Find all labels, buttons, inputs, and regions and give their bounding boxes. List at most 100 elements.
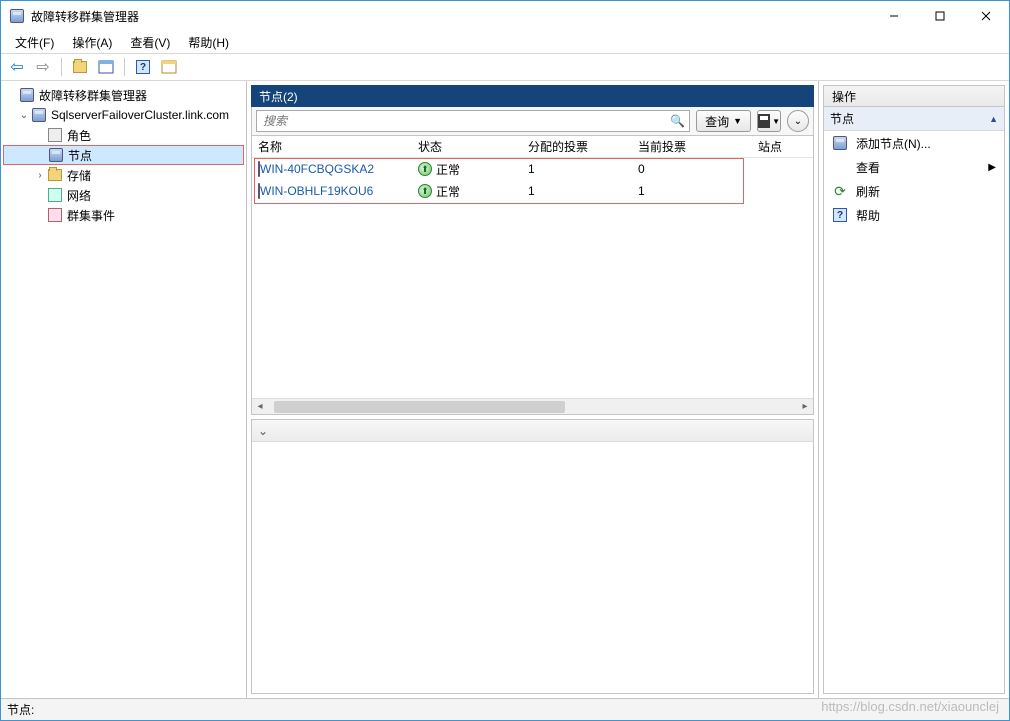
nodes-grid: 名称 状态 分配的投票 当前投票 站点 WIN-40FCBQGSKA2⬆正常10… <box>251 135 814 415</box>
add-node-icon <box>832 135 848 151</box>
grid-header: 名称 状态 分配的投票 当前投票 站点 <box>252 136 813 158</box>
chevron-down-icon: ⌄ <box>258 424 268 438</box>
arrow-left-icon: ⇦ <box>10 57 23 77</box>
menubar: 文件(F) 操作(A) 查看(V) 帮助(H) <box>1 31 1009 53</box>
action-add-node[interactable]: 添加节点(N)... <box>824 131 1004 155</box>
close-button[interactable] <box>963 1 1009 31</box>
detail-collapse[interactable]: ⌄ <box>252 420 813 442</box>
table-row[interactable]: WIN-OBHLF19KOU6 ⬆ 正常 11 <box>252 180 813 202</box>
tree-roles[interactable]: 角色 <box>3 125 244 145</box>
menu-action[interactable]: 操作(A) <box>64 32 120 53</box>
scroll-right-icon[interactable]: ▸ <box>797 401 813 412</box>
action-refresh-label: 刷新 <box>856 183 880 200</box>
actions-header: 操作 <box>823 85 1005 107</box>
actions-section[interactable]: 节点 ▲ <box>824 107 1004 131</box>
assigned-votes: 1 <box>522 162 632 176</box>
save-button[interactable]: ▼ <box>757 110 781 132</box>
table-row[interactable]: WIN-40FCBQGSKA2⬆正常10 <box>252 158 813 180</box>
tree-events-label: 群集事件 <box>67 207 115 224</box>
search-row: 🔍 查询 ▼ ▼ ⌄ <box>251 107 814 135</box>
cluster-icon <box>31 107 47 123</box>
network-icon <box>47 187 63 203</box>
status-text: 正常 <box>436 183 460 200</box>
col-status[interactable]: 状态 <box>412 138 522 155</box>
submenu-arrow-icon: ▶ <box>988 162 996 173</box>
toolbar-btn-3[interactable] <box>157 56 181 78</box>
search-input[interactable] <box>261 113 670 129</box>
actions-pane: 操作 节点 ▲ 添加节点(N)... 查看 ▶ ⟳ 刷新 ? 帮助 <box>819 81 1009 698</box>
assigned-votes: 1 <box>522 184 632 198</box>
toolbar-btn-2[interactable] <box>94 56 118 78</box>
tree-storage-label: 存储 <box>67 167 91 184</box>
col-name[interactable]: 名称 <box>252 138 412 155</box>
statusbar-label: 节点: <box>7 701 34 718</box>
query-button[interactable]: 查询 ▼ <box>696 110 751 132</box>
grid-body: WIN-40FCBQGSKA2⬆正常10WIN-OBHLF19KOU6⬆正常11 <box>252 158 813 202</box>
actions-section-label: 节点 <box>830 110 854 127</box>
nav-forward-button[interactable]: ⇨ <box>31 56 55 78</box>
panel-icon <box>98 60 114 74</box>
search-icon[interactable]: 🔍 <box>670 114 685 128</box>
tree-network[interactable]: 网络 <box>3 185 244 205</box>
expand-toggle[interactable]: ⌄ <box>17 110 31 121</box>
tree-nodes-label: 节点 <box>68 147 92 164</box>
scroll-left-icon[interactable]: ◂ <box>252 401 268 412</box>
current-votes: 0 <box>632 162 752 176</box>
window-title: 故障转移群集管理器 <box>31 8 139 25</box>
help-icon: ? <box>832 207 848 223</box>
maximize-button[interactable] <box>917 1 963 31</box>
grid-horizontal-scrollbar[interactable]: ◂ ▸ <box>252 398 813 414</box>
tree-storage[interactable]: › 存储 <box>3 165 244 185</box>
tree-nodes[interactable]: 节点 <box>3 145 244 165</box>
panel2-icon <box>161 60 177 74</box>
status-ok-icon: ⬆ <box>418 184 432 198</box>
toolbar-help-button[interactable]: ? <box>131 56 155 78</box>
search-box[interactable]: 🔍 <box>256 110 690 132</box>
tree-root[interactable]: 故障转移群集管理器 <box>3 85 244 105</box>
tree-roles-label: 角色 <box>67 127 91 144</box>
tree-cluster[interactable]: ⌄ SqlserverFailoverCluster.link.com <box>3 105 244 125</box>
menu-view[interactable]: 查看(V) <box>122 32 178 53</box>
node-icon <box>258 162 260 176</box>
detail-pane: ⌄ <box>251 419 814 694</box>
events-icon <box>47 207 63 223</box>
action-add-node-label: 添加节点(N)... <box>856 135 931 152</box>
tree-events[interactable]: 群集事件 <box>3 205 244 225</box>
center-pane: 节点(2) 🔍 查询 ▼ ▼ ⌄ 名称 状态 分配的投票 <box>247 81 819 698</box>
scroll-thumb[interactable] <box>274 401 565 413</box>
status-ok-icon: ⬆ <box>418 162 432 176</box>
col-site[interactable]: 站点 <box>752 138 812 155</box>
tree-root-label: 故障转移群集管理器 <box>39 87 147 104</box>
menu-help[interactable]: 帮助(H) <box>180 32 237 53</box>
action-view[interactable]: 查看 ▶ <box>824 155 1004 179</box>
col-current[interactable]: 当前投票 <box>632 138 752 155</box>
action-view-label: 查看 <box>856 159 880 176</box>
tree-pane: 故障转移群集管理器 ⌄ SqlserverFailoverCluster.lin… <box>1 81 247 698</box>
toolbar: ⇦ ⇨ ? <box>1 53 1009 81</box>
chevron-down-icon: ⌄ <box>794 116 802 127</box>
chevron-down-icon: ▼ <box>733 116 742 126</box>
arrow-right-icon: ⇨ <box>36 57 49 77</box>
toolbar-btn-1[interactable] <box>68 56 92 78</box>
storage-icon <box>47 167 63 183</box>
menu-file[interactable]: 文件(F) <box>7 32 62 53</box>
chevron-down-icon: ▼ <box>772 117 780 126</box>
folder-icon <box>73 61 87 73</box>
node-name-link[interactable]: WIN-40FCBQGSKA2 <box>260 162 374 176</box>
expand-toggle-storage[interactable]: › <box>33 170 47 181</box>
node-icon <box>258 184 260 198</box>
action-help[interactable]: ? 帮助 <box>824 203 1004 227</box>
minimize-button[interactable] <box>871 1 917 31</box>
action-refresh[interactable]: ⟳ 刷新 <box>824 179 1004 203</box>
roles-icon <box>47 127 63 143</box>
col-assigned[interactable]: 分配的投票 <box>522 138 632 155</box>
current-votes: 1 <box>632 184 752 198</box>
more-button[interactable]: ⌄ <box>787 110 809 132</box>
node-name-link[interactable]: WIN-OBHLF19KOU6 <box>260 184 373 198</box>
titlebar: 故障转移群集管理器 <box>1 1 1009 31</box>
save-icon <box>758 114 770 128</box>
tree-network-label: 网络 <box>67 187 91 204</box>
query-label: 查询 <box>705 113 729 130</box>
nav-back-button[interactable]: ⇦ <box>5 56 29 78</box>
nodes-icon <box>48 147 64 163</box>
